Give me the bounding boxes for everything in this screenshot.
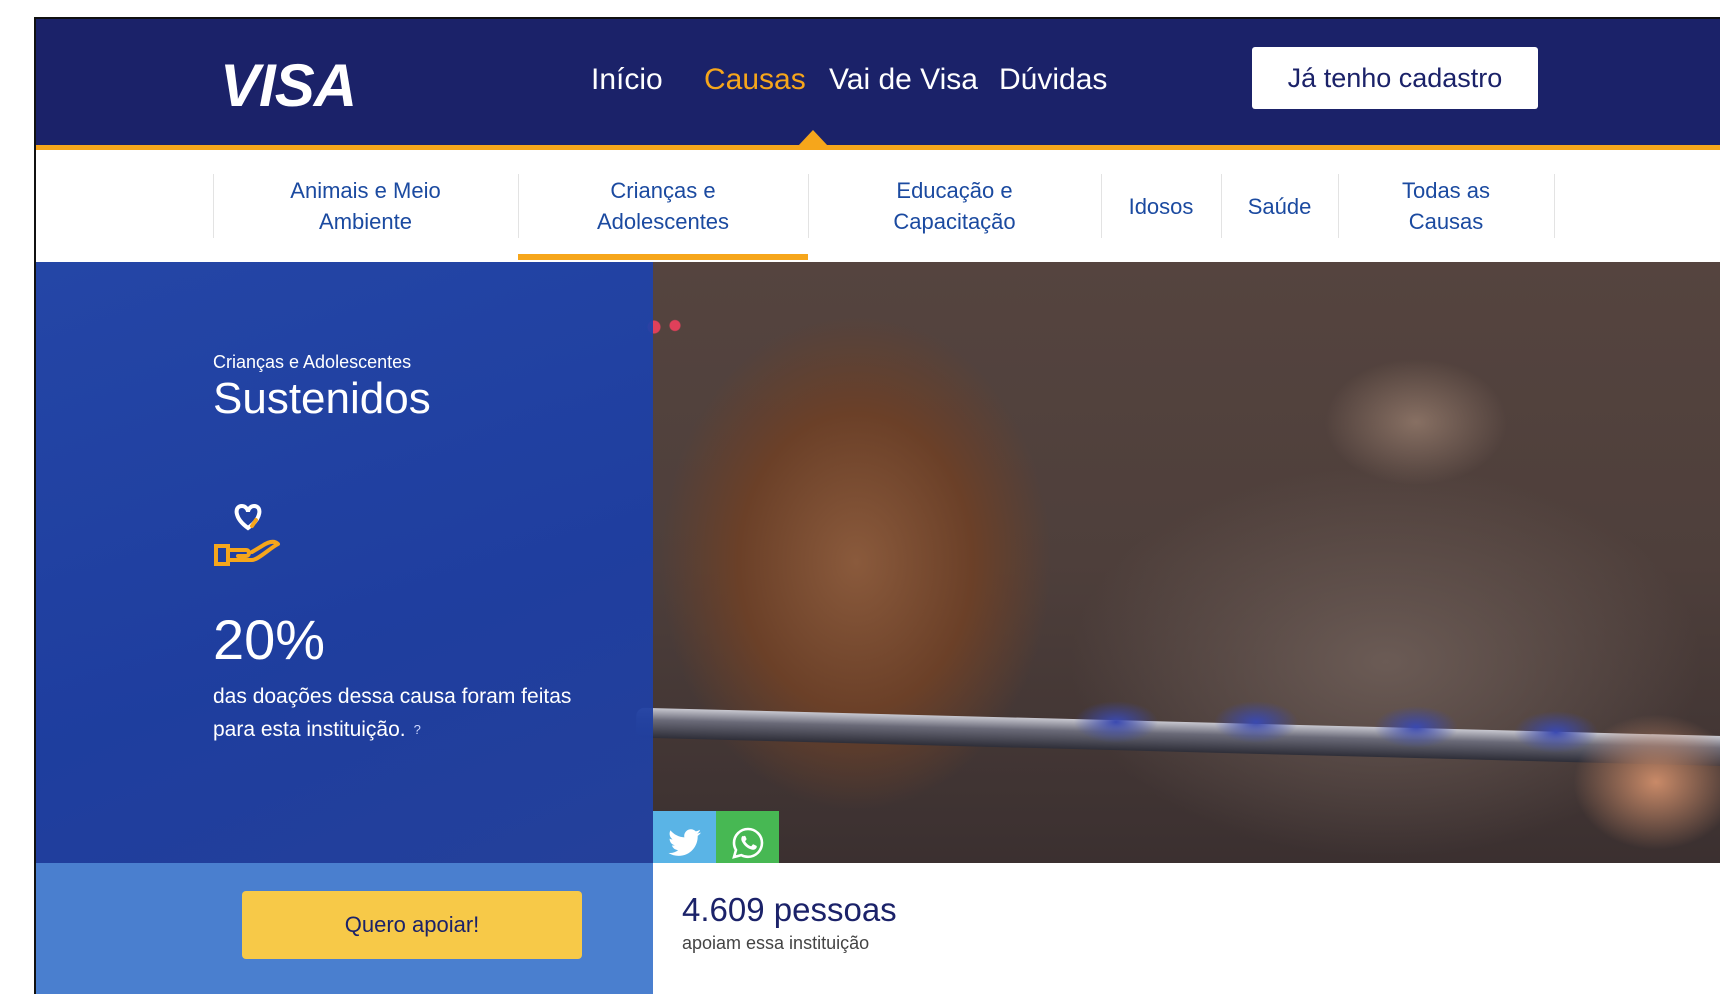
nav-vai-de-visa[interactable]: Vai de Visa: [829, 63, 978, 97]
hand-image-detail: [1536, 692, 1720, 862]
tab-label-line: Adolescentes: [596, 209, 730, 234]
donation-description: das doações dessa causa foram feitas par…: [213, 680, 603, 746]
tab-label-line: Causas: [1408, 209, 1484, 234]
tab-label-line: Animais e Meio: [290, 178, 441, 203]
whatsapp-icon: [731, 827, 763, 859]
hero-banner: Crianças e Adolescentes Sustenidos 20% d…: [36, 262, 1720, 863]
donation-percentage: 20%: [213, 608, 326, 671]
tab-label-line: Idosos: [1128, 193, 1194, 219]
tab-idosos[interactable]: Idosos: [1101, 150, 1221, 262]
tab-label-line: Ambiente: [319, 209, 412, 234]
tab-criancas-adolescentes[interactable]: Crianças e Adolescentes: [518, 150, 808, 262]
active-nav-caret: [798, 130, 828, 146]
tab-label-line: Capacitação: [893, 209, 1016, 234]
login-button[interactable]: Já tenho cadastro: [1252, 47, 1538, 109]
browser-viewport: VISA Início Causas Vai de Visa Dúvidas J…: [34, 17, 1720, 994]
tab-label-line: Todas as: [1401, 178, 1491, 203]
donation-description-text: das doações dessa causa foram feitas par…: [213, 685, 572, 741]
nav-causas[interactable]: Causas: [704, 63, 806, 97]
tab-todas-causas[interactable]: Todas as Causas: [1338, 150, 1554, 262]
nav-inicio[interactable]: Início: [591, 63, 663, 97]
nav-duvidas[interactable]: Dúvidas: [999, 63, 1107, 97]
supporters-label: apoiam essa instituição: [682, 933, 870, 953]
support-button[interactable]: Quero apoiar!: [242, 891, 582, 959]
active-tab-underline: [518, 254, 808, 260]
cause-category: Crianças e Adolescentes: [213, 352, 412, 372]
supporters-number: 4.609: [682, 891, 765, 928]
subnav-divider: [1554, 174, 1555, 238]
institution-title: Sustenidos: [213, 374, 431, 423]
share-whatsapp-button[interactable]: [716, 811, 779, 863]
tab-animais-meio-ambiente[interactable]: Animais e Meio Ambiente: [213, 150, 518, 262]
hand-heart-icon: [214, 503, 280, 566]
top-navbar: VISA Início Causas Vai de Visa Dúvidas J…: [36, 19, 1720, 150]
tab-label-line: Educação e: [896, 178, 1013, 203]
supporters-unit: pessoas: [773, 891, 897, 928]
twitter-icon: [667, 828, 701, 856]
tab-label-line: Saúde: [1247, 193, 1312, 219]
cause-info-panel: Crianças e Adolescentes Sustenidos 20% d…: [36, 262, 653, 863]
tab-label-line: Crianças e: [610, 178, 716, 203]
supporters-panel: 4.609 pessoas apoiam essa instituição: [653, 863, 1720, 994]
tab-educacao-capacitacao[interactable]: Educação e Capacitação: [808, 150, 1101, 262]
flute-keys-detail: [1036, 682, 1616, 772]
help-tooltip-trigger[interactable]: ?: [414, 722, 421, 737]
supporters-count: 4.609 pessoas: [682, 891, 897, 929]
visa-logo[interactable]: VISA: [220, 51, 357, 120]
support-panel: Quero apoiar!: [36, 863, 653, 994]
tab-saude[interactable]: Saúde: [1221, 150, 1338, 262]
share-twitter-button[interactable]: [653, 811, 716, 863]
causes-subnav: Animais e Meio Ambiente Crianças e Adolesc…: [36, 150, 1720, 263]
